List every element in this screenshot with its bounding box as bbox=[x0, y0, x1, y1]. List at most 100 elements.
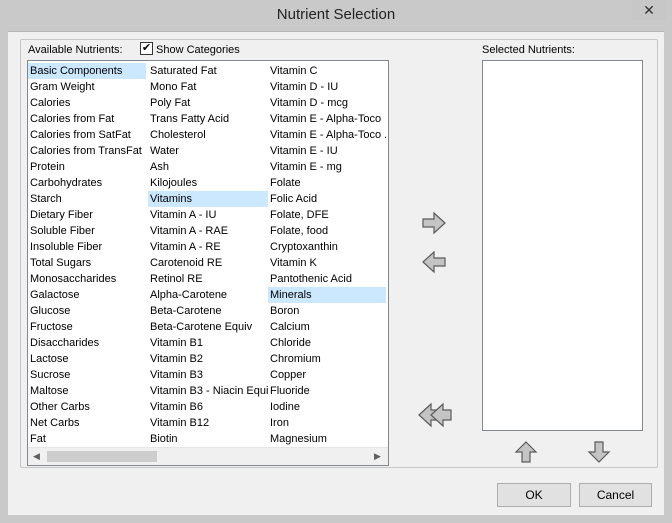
scrollbar-thumb[interactable] bbox=[47, 451, 157, 462]
close-button[interactable]: ✕ bbox=[632, 0, 666, 20]
list-item[interactable]: Vitamin E - Alpha-Toco ... bbox=[268, 127, 386, 143]
list-item[interactable]: Biotin bbox=[148, 431, 268, 447]
list-item[interactable]: Pantothenic Acid bbox=[268, 271, 386, 287]
list-item[interactable]: Dietary Fiber bbox=[28, 207, 146, 223]
list-item[interactable]: Calcium bbox=[268, 319, 386, 335]
list-item[interactable]: Mono Fat bbox=[148, 79, 268, 95]
list-item[interactable]: Vitamin A - RE bbox=[148, 239, 268, 255]
list-item[interactable]: Retinol RE bbox=[148, 271, 268, 287]
list-item[interactable]: Vitamin B3 - Niacin Equiv bbox=[148, 383, 268, 399]
list-item[interactable]: Vitamin E - Alpha-Toco bbox=[268, 111, 386, 127]
list-item[interactable]: Minerals bbox=[268, 287, 386, 303]
list-item[interactable]: Galactose bbox=[28, 287, 146, 303]
list-item[interactable]: Trans Fatty Acid bbox=[148, 111, 268, 127]
available-nutrients-list[interactable]: Basic Components Gram Weight Calories Calor… bbox=[27, 60, 389, 466]
list-item[interactable]: Saturated Fat bbox=[148, 63, 268, 79]
list-item[interactable]: Carbohydrates bbox=[28, 175, 146, 191]
list-item[interactable]: Cholesterol bbox=[148, 127, 268, 143]
window-frame-bottom bbox=[0, 515, 672, 523]
list-item[interactable]: Iodine bbox=[268, 399, 386, 415]
list-item[interactable]: Vitamin E - IU bbox=[268, 143, 386, 159]
list-item[interactable]: Total Sugars bbox=[28, 255, 146, 271]
list-item[interactable]: Basic Components bbox=[28, 63, 146, 79]
list-item[interactable]: Vitamin A - RAE bbox=[148, 223, 268, 239]
list-item[interactable]: Monosaccharides bbox=[28, 271, 146, 287]
list-item[interactable]: Chromium bbox=[268, 351, 386, 367]
list-item[interactable]: Carotenoid RE bbox=[148, 255, 268, 271]
list-item[interactable]: Fructose bbox=[28, 319, 146, 335]
list-item[interactable]: Boron bbox=[268, 303, 386, 319]
list-item[interactable]: Vitamin E - mg bbox=[268, 159, 386, 175]
list-item[interactable]: Calories from SatFat bbox=[28, 127, 146, 143]
close-icon[interactable]: ✕ bbox=[643, 2, 655, 18]
list-item[interactable]: Disaccharides bbox=[28, 335, 146, 351]
list-item[interactable]: Fat bbox=[28, 431, 146, 447]
list-item[interactable]: Gram Weight bbox=[28, 79, 146, 95]
ok-button[interactable]: OK bbox=[497, 483, 571, 507]
list-item[interactable]: Fluoride bbox=[268, 383, 386, 399]
list-item[interactable]: Folate bbox=[268, 175, 386, 191]
list-item[interactable]: Starch bbox=[28, 191, 146, 207]
list-item[interactable]: Maltose bbox=[28, 383, 146, 399]
list-item[interactable]: Beta-Carotene Equiv bbox=[148, 319, 268, 335]
list-item[interactable]: Glucose bbox=[28, 303, 146, 319]
list-item[interactable]: Vitamin D - mcg bbox=[268, 95, 386, 111]
cancel-button[interactable]: Cancel bbox=[579, 483, 652, 507]
move-up-button[interactable] bbox=[514, 440, 538, 464]
add-selected-button[interactable] bbox=[421, 211, 447, 235]
list-item[interactable]: Folate, DFE bbox=[268, 207, 386, 223]
list-item[interactable]: Poly Fat bbox=[148, 95, 268, 111]
list-column: Vitamin C Vitamin D - IU Vitamin D - mcg Vi… bbox=[268, 63, 386, 447]
list-item[interactable]: Magnesium bbox=[268, 431, 386, 447]
list-item[interactable]: Water bbox=[148, 143, 268, 159]
selected-nutrients-list[interactable] bbox=[482, 60, 643, 431]
arrow-up-icon bbox=[514, 441, 538, 463]
list-item[interactable]: Ash bbox=[148, 159, 268, 175]
list-item[interactable]: Kilojoules bbox=[148, 175, 268, 191]
window-title: Nutrient Selection bbox=[276, 6, 396, 23]
show-categories-checkbox[interactable]: ✔ bbox=[140, 42, 153, 55]
list-item[interactable]: Other Carbs bbox=[28, 399, 146, 415]
list-item[interactable]: Beta-Carotene bbox=[148, 303, 268, 319]
list-item[interactable]: Vitamin B3 bbox=[148, 367, 268, 383]
scroll-left-icon[interactable]: ◀ bbox=[33, 451, 40, 462]
list-item[interactable]: Vitamins bbox=[148, 191, 268, 207]
list-item[interactable]: Soluble Fiber bbox=[28, 223, 146, 239]
list-column: Basic Components Gram Weight Calories Calor… bbox=[28, 63, 146, 447]
check-icon: ✔ bbox=[141, 42, 152, 54]
window-frame-right bbox=[664, 31, 672, 523]
remove-selected-button[interactable] bbox=[421, 250, 447, 274]
scroll-right-icon[interactable]: ▶ bbox=[374, 451, 381, 462]
list-item[interactable]: Lactose bbox=[28, 351, 146, 367]
list-item[interactable]: Protein bbox=[28, 159, 146, 175]
list-item[interactable]: Sucrose bbox=[28, 367, 146, 383]
double-arrow-left-icon bbox=[418, 402, 452, 428]
arrow-down-icon bbox=[587, 441, 611, 463]
list-item[interactable]: Vitamin B2 bbox=[148, 351, 268, 367]
list-item[interactable]: Vitamin A - IU bbox=[148, 207, 268, 223]
list-item[interactable]: Calories from Fat bbox=[28, 111, 146, 127]
list-item[interactable]: Vitamin D - IU bbox=[268, 79, 386, 95]
list-item[interactable]: Cryptoxanthin bbox=[268, 239, 386, 255]
list-item[interactable]: Chloride bbox=[268, 335, 386, 351]
list-item[interactable]: Net Carbs bbox=[28, 415, 146, 431]
move-down-button[interactable] bbox=[587, 440, 611, 464]
list-item[interactable]: Insoluble Fiber bbox=[28, 239, 146, 255]
list-item[interactable]: Iron bbox=[268, 415, 386, 431]
list-item[interactable]: Vitamin B12 bbox=[148, 415, 268, 431]
list-item[interactable]: Folate, food bbox=[268, 223, 386, 239]
list-item[interactable]: Vitamin B6 bbox=[148, 399, 268, 415]
list-item[interactable]: Vitamin C bbox=[268, 63, 386, 79]
show-categories-label[interactable]: Show Categories bbox=[156, 44, 240, 56]
list-item[interactable]: Calories from TransFat bbox=[28, 143, 146, 159]
list-item[interactable]: Alpha-Carotene bbox=[148, 287, 268, 303]
list-item[interactable]: Folic Acid bbox=[268, 191, 386, 207]
list-item[interactable]: Vitamin B1 bbox=[148, 335, 268, 351]
remove-all-button[interactable] bbox=[417, 402, 453, 428]
horizontal-scrollbar[interactable]: ◀ ▶ bbox=[28, 447, 388, 465]
selected-nutrients-label: Selected Nutrients: bbox=[482, 44, 575, 56]
list-item[interactable]: Vitamin K bbox=[268, 255, 386, 271]
list-item[interactable]: Copper bbox=[268, 367, 386, 383]
list-item[interactable]: Calories bbox=[28, 95, 146, 111]
available-nutrients-label: Available Nutrients: bbox=[28, 44, 123, 56]
